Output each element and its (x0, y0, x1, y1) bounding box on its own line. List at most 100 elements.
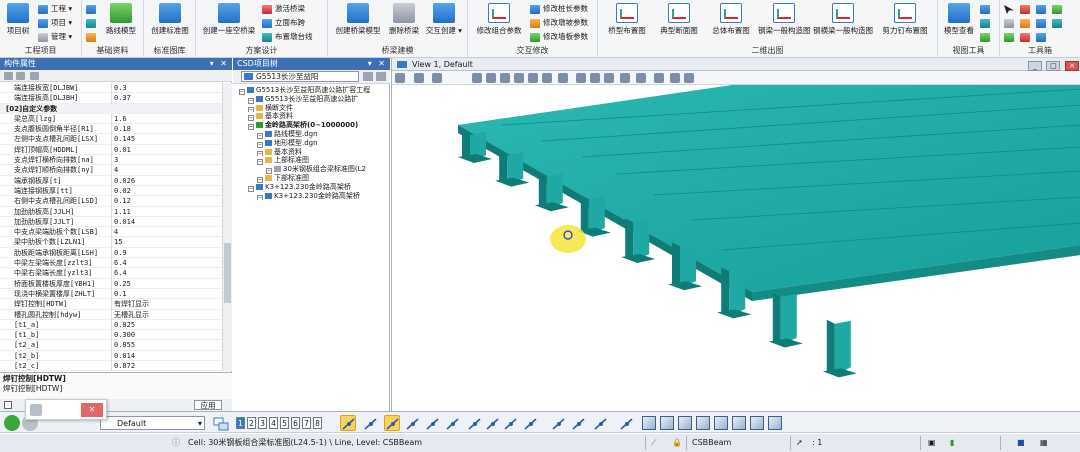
toolbox-tool-6[interactable] (1020, 17, 1030, 29)
toolbox-tool-10[interactable] (1020, 31, 1030, 43)
property-value[interactable]: 6.4 (111, 258, 221, 269)
property-value[interactable]: 15 (111, 237, 221, 248)
property-value[interactable]: 0.872 (111, 361, 221, 371)
view-number-3[interactable]: 3 (258, 417, 267, 429)
toolbox-tool-9[interactable] (1004, 31, 1014, 43)
empty-bridge-button[interactable]: 创建一座空桥梁 (199, 3, 259, 36)
property-row[interactable]: 加劲肋板厚[JJLT] 0.014 (0, 216, 222, 228)
basic-tool-3[interactable] (86, 31, 96, 43)
bridge-layout-button[interactable]: 桥型布置图 (602, 3, 652, 36)
standard-view-cube-icon[interactable] (678, 416, 692, 430)
property-row[interactable]: 中支点梁端肋板个数[LSB] 4 (0, 227, 222, 238)
activate-bridge-button[interactable]: 激活桥梁 (262, 3, 305, 15)
delete-element-icon[interactable] (466, 415, 482, 431)
panel-controls[interactable]: ▾ ✕ (368, 58, 387, 70)
standard-view-cube-icon[interactable] (768, 416, 782, 430)
view-attributes-icon[interactable] (395, 73, 405, 83)
property-value[interactable]: 0.825 (111, 319, 221, 331)
toolbox-tool-8[interactable] (1052, 17, 1062, 29)
floating-dialog[interactable]: ✕ (25, 399, 107, 420)
save-icon[interactable]: ▣ (928, 434, 940, 452)
dimension-icon[interactable] (550, 415, 566, 431)
property-row[interactable]: [t2_b] 0.014 (0, 350, 222, 362)
property-row[interactable]: [t1_b] 0.300 (0, 330, 222, 341)
property-value[interactable]: 3 (111, 155, 221, 166)
place-smartline-icon[interactable] (362, 415, 378, 431)
tree-node[interactable]: − 基本资料 (233, 112, 390, 122)
shear-stud-drawing-button[interactable]: 剪力钉布置图 (876, 3, 934, 36)
book-icon[interactable]: ■ (1017, 434, 1029, 452)
basic-tool-1[interactable] (86, 3, 96, 15)
tree-node[interactable]: − G5513长沙至益阳高速公路扩容工程 (233, 86, 390, 95)
property-value[interactable]: 0.12 (111, 196, 221, 207)
pages-icon[interactable] (30, 72, 39, 80)
previous-view-icon[interactable] (590, 73, 600, 83)
project-button[interactable]: 工程 ▾ (38, 3, 72, 15)
property-value[interactable]: 0.300 (111, 330, 221, 341)
zoom-in-icon[interactable] (486, 73, 496, 83)
select-tool[interactable] (1004, 3, 1014, 15)
property-value[interactable]: 4 (111, 165, 221, 176)
property-value[interactable]: 6.4 (111, 268, 221, 279)
window-area-icon[interactable] (514, 73, 524, 83)
typical-section-button[interactable]: 典型断面图 (654, 3, 704, 36)
general-layout-button[interactable]: 总体布置图 (706, 3, 756, 36)
property-value[interactable]: 0.1 (111, 288, 221, 300)
property-value[interactable]: 0.02 (111, 185, 221, 197)
break-icon[interactable] (522, 415, 538, 431)
bridge-3d-model[interactable] (392, 85, 1080, 411)
toolbox-tool-3[interactable] (1036, 3, 1046, 15)
property-row[interactable]: [t1_a] 0.825 (0, 319, 222, 331)
next-view-icon[interactable] (604, 73, 614, 83)
property-value[interactable]: 有焊钉显示 (111, 299, 221, 310)
property-row[interactable]: 支点焊钉顺桥向排数[ny] 4 (0, 165, 222, 176)
property-value[interactable]: 0.18 (111, 124, 221, 135)
undo-icon[interactable] (618, 415, 634, 431)
walk-icon[interactable] (576, 73, 586, 83)
tree-node[interactable]: − 下部标准图 (233, 174, 390, 183)
cross-beam-drawing-button[interactable]: 钢横梁一般构造图 (812, 3, 874, 36)
toolbox-tool-4[interactable] (1052, 3, 1062, 15)
tree-node[interactable]: − 横断文件 (233, 104, 390, 113)
pier-line-button[interactable]: 布置墩台线 (262, 31, 313, 43)
property-row[interactable]: 右侧中支点槽孔间距[LSD] 0.12 (0, 196, 222, 207)
element-selection-icon[interactable] (340, 415, 356, 431)
property-row[interactable]: 中梁左梁端长度[zzlt3] 6.4 (0, 258, 222, 269)
property-row[interactable]: 焊钉顶帽高[HDDML] 0.01 (0, 144, 222, 156)
property-value[interactable]: 0.9 (111, 247, 221, 259)
property-value[interactable]: 0.37 (111, 93, 221, 104)
property-value[interactable]: 0.855 (111, 340, 221, 351)
property-value[interactable]: 4 (111, 227, 221, 238)
tree-node[interactable]: − 路线模型.dgn (233, 130, 390, 139)
expand-toggle-icon[interactable]: − (257, 194, 263, 201)
property-row[interactable]: 槽孔圆孔控制[hdyw] 无槽孔显示 (0, 309, 222, 320)
signal-icon[interactable]: ▮ (950, 434, 962, 452)
rotate-icon[interactable] (542, 73, 552, 83)
property-row[interactable]: 端连接板高[DLJBH] 0.37 (0, 93, 222, 104)
tree-node[interactable]: − K3+123.230金岭路高架桥 (233, 192, 390, 201)
close-button[interactable]: ✕ (1065, 61, 1079, 71)
property-row[interactable]: 左侧中支点槽孔间距[LSX] 0.145 (0, 134, 222, 145)
view-number-5[interactable]: 5 (280, 417, 289, 429)
levels-icon[interactable] (414, 73, 424, 83)
dialog-close-button[interactable]: ✕ (81, 403, 103, 417)
place-point-icon[interactable] (444, 415, 460, 431)
tree-node[interactable]: − 上部标准图 (233, 156, 390, 166)
render-icon[interactable] (684, 73, 694, 83)
delete-bridge-button[interactable]: 删除桥梁 (386, 3, 422, 36)
view-number-6[interactable]: 6 (291, 417, 300, 429)
modify-combo-button[interactable]: 修改组合参数 (471, 3, 527, 36)
level-combo[interactable]: Default (100, 416, 205, 430)
modify-wall-button[interactable]: 修改墙板参数 (530, 31, 588, 43)
minimize-button[interactable]: _ (1027, 61, 1042, 71)
tree-node[interactable]: − 基本资料 (233, 148, 390, 157)
basic-tool-2[interactable] (86, 17, 96, 29)
property-value[interactable]: 0.145 (111, 134, 221, 145)
property-row[interactable]: 支点腹板圆倒角半径[R1] 0.18 (0, 124, 222, 135)
property-value[interactable]: 0.014 (111, 216, 221, 228)
view-number-7[interactable]: 7 (302, 417, 311, 429)
snap-icon[interactable]: ⟋ (651, 434, 665, 452)
property-value[interactable]: 0.3 (111, 83, 221, 94)
project-combo[interactable]: G5513长沙至益阳 (241, 71, 359, 82)
tree-node[interactable]: − 金岭路高架桥(0~1000000) (233, 121, 390, 130)
